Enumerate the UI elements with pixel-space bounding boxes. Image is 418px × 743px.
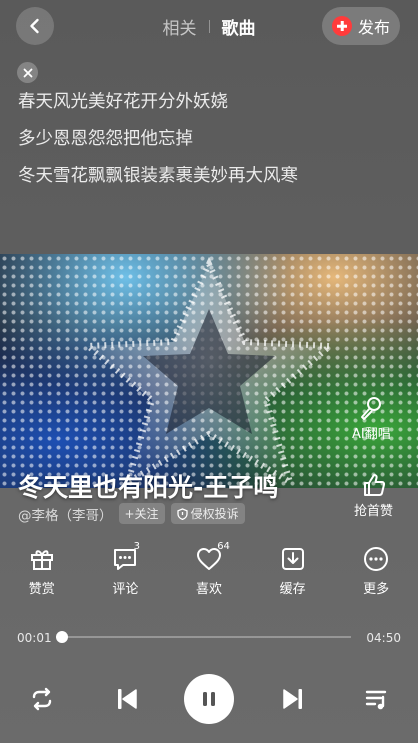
comment-count: 3 [133,541,140,552]
more-icon [364,547,389,571]
first-like-label: 抢首赞 [354,504,394,519]
like-count: 64 [217,541,230,552]
lyrics-panel: 春天风光美好花开分外妖娆 多少恩恩怨怨把他忘掉 冬天雪花飘飘银装素裹美妙再大风寒 [18,84,298,195]
next-icon [283,689,302,709]
playlist-icon [365,690,387,710]
previous-button[interactable] [112,684,142,714]
progress-thumb[interactable] [56,631,68,643]
microphone-icon [361,397,382,420]
repeat-button[interactable] [27,684,57,714]
more-label: 更多 [363,582,390,597]
lyric-line: 多少恩恩怨怨把他忘掉 [18,129,193,149]
like-label: 喜欢 [195,582,222,597]
cover-art [0,254,418,488]
follow-button[interactable]: +关注 [118,503,165,524]
cache-button[interactable]: 缓存 [251,545,335,597]
ai-sing-label: AI翻唱 [352,427,391,442]
duration: 04:50 [366,631,401,645]
playlist-button[interactable] [362,684,392,714]
repeat-icon [32,687,52,711]
publish-label: 发布 [358,18,391,37]
artist-name[interactable]: @李格（李哥） [18,504,113,524]
lyric-line: 春天风光美好花开分外妖娆 [18,92,228,112]
action-bar: 赞赏 3 评论 64 喜欢 缓存 更多 [0,541,418,597]
publish-button[interactable]: 发布 [322,7,400,45]
first-like-button[interactable]: 抢首赞 [354,472,393,519]
report-button[interactable]: 侵权投诉 [170,503,245,524]
song-meta: @李格（李哥） +关注 侵权投诉 [18,503,245,524]
comment-label: 评论 [112,582,139,597]
like-button[interactable]: 64 喜欢 [167,541,251,597]
plus-circle-icon [332,16,352,36]
tab-related[interactable]: 相关 [151,14,209,39]
song-title: 冬天里也有阳光-王子鸣 [18,473,279,502]
more-button[interactable]: 更多 [334,545,418,597]
comment-button[interactable]: 3 评论 [84,541,168,597]
lyrics-close-button[interactable] [17,62,38,83]
reward-button[interactable]: 赞赏 [0,545,84,597]
next-button[interactable] [278,684,308,714]
pause-icon [203,692,215,706]
cache-label: 缓存 [279,582,306,597]
previous-icon [118,689,137,709]
download-icon [281,548,304,570]
tab-songs[interactable]: 歌曲 [210,14,268,39]
gift-icon [30,550,53,570]
pause-button[interactable] [184,674,234,724]
report-label: 侵权投诉 [190,507,239,521]
shield-icon [176,507,188,520]
ai-sing-button[interactable]: AI翻唱 [352,395,391,442]
current-time: 00:01 [17,631,52,645]
thumbs-up-icon [363,474,385,496]
close-icon [23,68,32,77]
progress-bar[interactable] [56,631,351,643]
lyric-line: 冬天雪花飘飘银装素裹美妙再大风寒 [18,166,298,186]
reward-label: 赞赏 [28,582,55,597]
